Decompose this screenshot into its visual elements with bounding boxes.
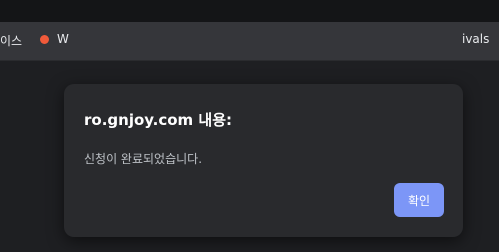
bookmarks-bar: 이스 W ivals xyxy=(0,22,499,61)
ok-button[interactable]: 확인 xyxy=(394,183,444,217)
dialog-message: 신청이 완료되었습니다. xyxy=(84,152,203,166)
bookmark-item-left[interactable]: 이스 xyxy=(0,32,22,49)
dialog-title: ro.gnjoy.com 내용: xyxy=(84,111,233,129)
alert-dialog: ro.gnjoy.com 내용: 신청이 완료되었습니다. 확인 xyxy=(64,84,463,237)
bookmark-favicon-icon xyxy=(40,35,49,44)
browser-top-strip xyxy=(0,0,499,22)
bookmark-item-right[interactable]: ivals xyxy=(462,32,489,46)
page-content: ro.gnjoy.com 내용: 신청이 완료되었습니다. 확인 xyxy=(0,61,499,252)
bookmark-item-w[interactable]: W xyxy=(57,32,69,46)
